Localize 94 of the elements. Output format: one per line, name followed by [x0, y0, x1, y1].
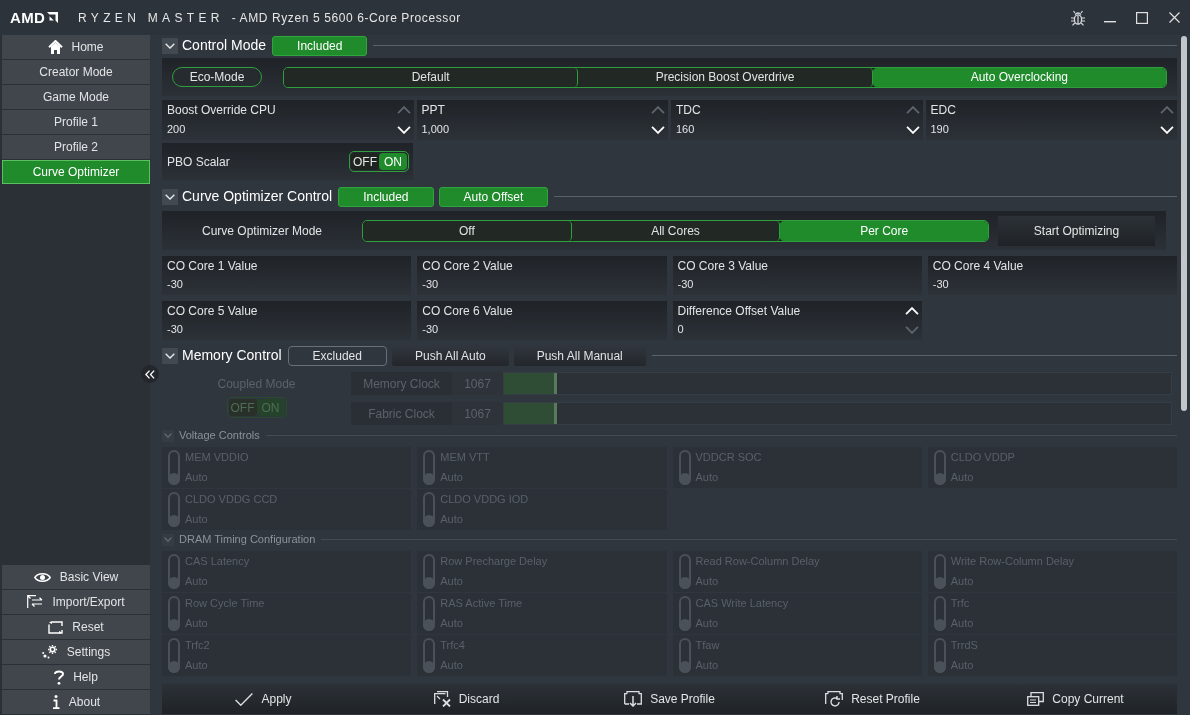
- sidebar-item[interactable]: Profile 2: [2, 135, 150, 159]
- logo-mark-icon: [47, 12, 59, 23]
- apply-button[interactable]: Apply: [162, 684, 365, 714]
- section-title: Memory Control: [182, 346, 282, 365]
- field-label: Boost Override CPU: [167, 103, 277, 118]
- field-label: EDC: [930, 103, 957, 118]
- save-profile-button[interactable]: Save Profile: [568, 684, 771, 714]
- field-label: TDC: [676, 103, 702, 118]
- minimize-icon: [1104, 20, 1116, 23]
- sidebar-item[interactable]: Creator Mode: [2, 60, 150, 84]
- mode-tab[interactable]: Auto Overclocking: [872, 67, 1166, 87]
- sidebar-item[interactable]: Settings: [2, 640, 150, 664]
- eco-mode-button[interactable]: Eco-Mode: [172, 67, 262, 87]
- toggle-switch[interactable]: OFF ON: [349, 151, 409, 172]
- chevron-down-icon: [164, 537, 172, 542]
- check-icon: [235, 692, 254, 706]
- scrollbar-thumb[interactable]: [1180, 36, 1187, 411]
- value-input[interactable]: -30: [422, 277, 439, 291]
- reset-profile-button[interactable]: Reset Profile: [771, 684, 974, 714]
- discard-icon: [433, 691, 451, 707]
- sidebar-item[interactable]: Game Mode: [2, 85, 150, 109]
- field-label: PPT: [421, 103, 446, 118]
- window-title: - AMD Ryzen 5 5600 6-Core Processor: [231, 9, 461, 27]
- save-icon: [624, 691, 643, 707]
- section-title: Voltage Controls: [179, 428, 260, 444]
- app-name: RYZEN MASTER: [78, 9, 224, 27]
- section-toggle[interactable]: [162, 429, 174, 442]
- field-label: CO Core 2 Value: [422, 259, 514, 274]
- section-title: Curve Optimizer Control: [182, 187, 333, 206]
- section-toggle[interactable]: [162, 37, 178, 54]
- value-input[interactable]: -30: [422, 322, 439, 336]
- status-badge[interactable]: Included: [272, 35, 368, 56]
- value-input[interactable]: 160: [676, 122, 695, 136]
- import-export-icon: [27, 595, 44, 609]
- field-label: Difference Offset Value: [677, 304, 802, 319]
- mode-tab[interactable]: Default: [284, 67, 579, 87]
- copy-icon: [1027, 692, 1045, 706]
- field-label: CO Core 1 Value: [167, 259, 259, 274]
- setting-label: PBO Scalar: [167, 153, 230, 171]
- value-input[interactable]: 200: [167, 122, 186, 136]
- value-input[interactable]: 190: [930, 122, 949, 136]
- mode-tab[interactable]: Precision Boost Overdrive: [578, 67, 873, 87]
- section-title: Control Mode: [182, 36, 267, 55]
- value-input[interactable]: 1,000: [421, 122, 450, 136]
- value-input[interactable]: -30: [167, 277, 183, 291]
- section-toggle[interactable]: [162, 533, 174, 546]
- field-label: CO Core 4 Value: [932, 259, 1025, 274]
- value-input[interactable]: -30: [677, 277, 694, 291]
- reset-icon: [48, 620, 64, 634]
- push-button[interactable]: Push All Auto: [391, 345, 509, 366]
- sidebar-item[interactable]: Home: [2, 35, 150, 59]
- status-badge[interactable]: Auto Offset: [438, 186, 549, 207]
- info-icon: [51, 695, 60, 709]
- sidebar-item[interactable]: Profile 1: [2, 110, 150, 134]
- sidebar-item[interactable]: About: [2, 690, 150, 714]
- field-label: CO Core 3 Value: [677, 259, 769, 274]
- logo-text: AMD: [10, 10, 46, 25]
- chevron-down-icon: [165, 352, 175, 359]
- reset-profile-icon: [825, 691, 844, 707]
- copy-current-button[interactable]: Copy Current: [974, 684, 1177, 714]
- value-input[interactable]: -30: [167, 322, 183, 336]
- start-optimizing-button[interactable]: Start Optimizing: [998, 215, 1155, 246]
- mode-tab[interactable]: Off: [363, 220, 572, 241]
- sidebar-item[interactable]: Basic View: [2, 565, 150, 589]
- gear-icon: [41, 645, 58, 659]
- maximize-icon: [1136, 11, 1148, 24]
- chevron-down-icon: [165, 42, 175, 49]
- field-label: CO Core 5 Value: [167, 304, 259, 319]
- chevron-down-icon: [165, 193, 175, 200]
- double-chevron-left-icon: [145, 369, 155, 379]
- home-icon: [48, 40, 64, 54]
- close-icon: [1168, 12, 1180, 23]
- mode-tab[interactable]: Per Core: [780, 220, 988, 241]
- sidebar-item[interactable]: Help: [2, 665, 150, 689]
- value-input[interactable]: -30: [932, 277, 949, 291]
- sidebar-item[interactable]: Curve Optimizer: [2, 160, 150, 184]
- mode-tab[interactable]: All Cores: [571, 220, 781, 241]
- chevron-down-icon: [164, 433, 172, 438]
- help-icon: [54, 669, 65, 685]
- sidebar-item[interactable]: Import/Export: [2, 590, 150, 614]
- section-toggle[interactable]: [162, 347, 178, 364]
- value-input[interactable]: 0: [677, 322, 684, 336]
- status-badge[interactable]: Included: [338, 186, 434, 207]
- bug-icon: [1070, 9, 1086, 26]
- eye-icon: [33, 571, 51, 583]
- setting-label: Curve Optimizer Mode: [201, 222, 322, 240]
- section-title: DRAM Timing Configuration: [179, 532, 316, 548]
- status-badge[interactable]: Excluded: [287, 345, 387, 366]
- sidebar-item[interactable]: Reset: [2, 615, 150, 639]
- field-label: CO Core 6 Value: [422, 304, 514, 319]
- collapse-sidebar-button[interactable]: [141, 365, 159, 383]
- push-button[interactable]: Push All Manual: [513, 345, 646, 366]
- section-toggle[interactable]: [162, 188, 178, 205]
- discard-button[interactable]: Discard: [365, 684, 568, 714]
